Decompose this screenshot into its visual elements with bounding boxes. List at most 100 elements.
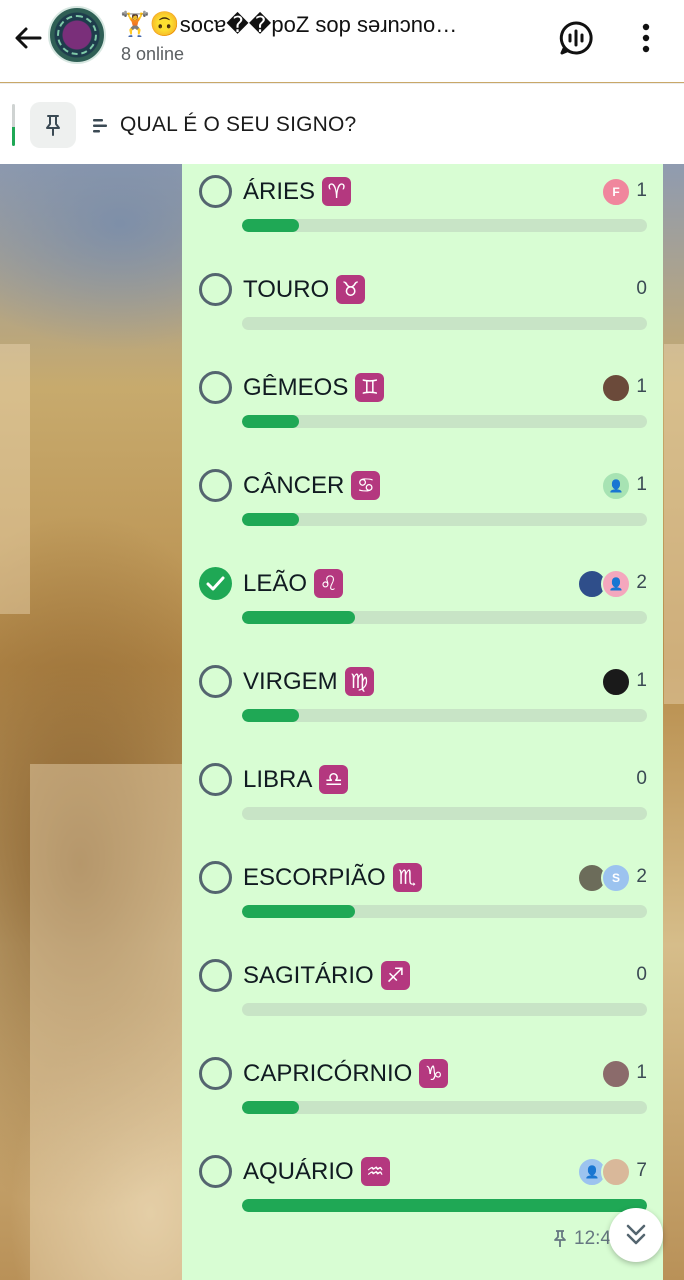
radio-button[interactable] [199, 469, 232, 502]
radio-button[interactable] [199, 763, 232, 796]
poll-option[interactable]: TOURO ♉ 0 [182, 266, 663, 364]
vote-progress-bar [242, 709, 647, 722]
online-status: 8 online [121, 44, 185, 64]
option-text: GÊMEOS [243, 373, 349, 401]
avatar-ring [57, 15, 97, 55]
radio-button[interactable] [199, 175, 232, 208]
poll-option[interactable]: LEÃO ♌ 👤 2 [182, 560, 663, 658]
vote-count: 0 [636, 964, 647, 985]
zodiac-icon: ♍ [344, 667, 374, 696]
poll-option[interactable]: GÊMEOS ♊ 1 [182, 364, 663, 462]
wallpaper-shape [30, 764, 182, 1280]
radio-checked[interactable] [199, 567, 232, 600]
vote-progress-bar [242, 219, 647, 232]
option-label: TOURO ♉ [243, 275, 366, 304]
vote-count: 7 [636, 1160, 647, 1181]
option-text: CÂNCER [243, 471, 345, 499]
option-label: LIBRA ♎ [243, 765, 349, 794]
radio-button[interactable] [199, 1155, 232, 1188]
group-title[interactable]: 🏋️🙃 socɐ��poZ sop sǝɹnɔno… [120, 8, 540, 42]
voice-chat-icon[interactable] [558, 20, 594, 56]
vote-progress-bar [242, 611, 647, 624]
voter-avatar: 👤 [601, 569, 631, 599]
zodiac-icon: ♏ [392, 863, 422, 892]
poll-option[interactable]: CÂNCER ♋ 👤 1 [182, 462, 663, 560]
vote-count: 0 [636, 278, 647, 299]
radio-button[interactable] [199, 273, 232, 306]
vote-progress-bar [242, 807, 647, 820]
option-label: CAPRICÓRNIO ♑ [243, 1059, 449, 1088]
message-time: 12:4 [574, 1228, 611, 1249]
voter-avatars[interactable]: F [601, 177, 631, 207]
option-label: ESCORPIÃO ♏ [243, 863, 422, 892]
pin-button[interactable] [30, 102, 76, 148]
radio-button[interactable] [199, 959, 232, 992]
poll-option[interactable]: LIBRA ♎ 0 [182, 756, 663, 854]
vote-count: 1 [636, 180, 647, 201]
voter-avatars[interactable]: 👤 [601, 471, 631, 501]
vote-progress-fill [242, 513, 299, 526]
vote-progress-bar [242, 905, 647, 918]
poll-option[interactable]: SAGITÁRIO ♐ 0 [182, 952, 663, 1050]
option-label: SAGITÁRIO ♐ [243, 961, 410, 990]
poll-option[interactable]: CAPRICÓRNIO ♑ 1 [182, 1050, 663, 1148]
voter-avatars[interactable] [601, 373, 631, 403]
back-arrow-icon[interactable] [10, 20, 46, 56]
zodiac-icon: ♑ [419, 1059, 449, 1088]
vote-progress-bar [242, 513, 647, 526]
pin-icon [46, 115, 60, 136]
vote-progress-fill [242, 415, 299, 428]
vote-count: 1 [636, 1062, 647, 1083]
option-text: ÁRIES [243, 177, 316, 205]
vote-progress-bar [242, 1101, 647, 1114]
option-label: VIRGEM ♍ [243, 667, 374, 696]
vote-progress-fill [242, 1199, 647, 1212]
voter-avatar: 👤 [601, 471, 631, 501]
title-text: socɐ��poZ sop sǝɹnɔno… [179, 12, 458, 37]
group-avatar[interactable] [48, 6, 106, 64]
voter-avatars[interactable]: 👤 [577, 1157, 631, 1187]
option-text: VIRGEM [243, 667, 338, 695]
voter-avatars[interactable] [601, 1059, 631, 1089]
vote-count: 1 [636, 670, 647, 691]
poll-option[interactable]: ESCORPIÃO ♏ S 2 [182, 854, 663, 952]
option-text: LIBRA [243, 765, 313, 793]
vote-progress-bar [242, 415, 647, 428]
option-text: TOURO [243, 275, 330, 303]
pinned-small-icon [554, 1230, 566, 1247]
radio-button[interactable] [199, 371, 232, 404]
vote-count: 1 [636, 474, 647, 495]
vote-progress-fill [242, 905, 356, 918]
voter-avatar: F [601, 177, 631, 207]
radio-button[interactable] [199, 861, 232, 894]
message-meta: 12:4 [552, 1228, 611, 1250]
voter-avatars[interactable]: 👤 [577, 569, 631, 599]
voter-avatars[interactable]: S [577, 863, 631, 893]
poll-option[interactable]: VIRGEM ♍ 1 [182, 658, 663, 756]
option-label: LEÃO ♌ [243, 569, 344, 598]
voter-avatars[interactable] [601, 667, 631, 697]
zodiac-icon: ♒ [360, 1157, 390, 1186]
voter-avatar [601, 1157, 631, 1187]
voter-avatar: S [601, 863, 631, 893]
zodiac-icon: ♈ [322, 177, 352, 206]
vote-progress-fill [242, 709, 299, 722]
radio-button[interactable] [199, 665, 232, 698]
radio-button[interactable] [199, 1057, 232, 1090]
option-label: CÂNCER ♋ [243, 471, 381, 500]
option-text: ESCORPIÃO [243, 863, 386, 891]
vote-progress-fill [242, 219, 299, 232]
scroll-to-bottom-button[interactable] [609, 1208, 663, 1262]
option-text: AQUÁRIO [243, 1157, 354, 1185]
more-options-icon[interactable] [636, 22, 656, 54]
option-label: GÊMEOS ♊ [243, 373, 385, 402]
vote-progress-fill [242, 611, 356, 624]
pinned-message-bar[interactable]: QUAL É O SEU SIGNO? [0, 83, 684, 164]
poll-option[interactable]: ÁRIES ♈ F 1 [182, 168, 663, 266]
zodiac-icon: ♋ [351, 471, 381, 500]
zodiac-icon: ♉ [336, 275, 366, 304]
poll-message: ÁRIES ♈ F 1 TOURO ♉ 0 GÊMEOS ♊ 1 CÂNCER ♋ 👤 1 LEÃO ♌ 👤 2 V… [182, 164, 663, 1280]
option-label: ÁRIES ♈ [243, 177, 352, 206]
chat-header: 🏋️🙃 socɐ��poZ sop sǝɹnɔno… 8 online [0, 0, 684, 82]
pinned-poll-question: QUAL É O SEU SIGNO? [120, 113, 357, 136]
